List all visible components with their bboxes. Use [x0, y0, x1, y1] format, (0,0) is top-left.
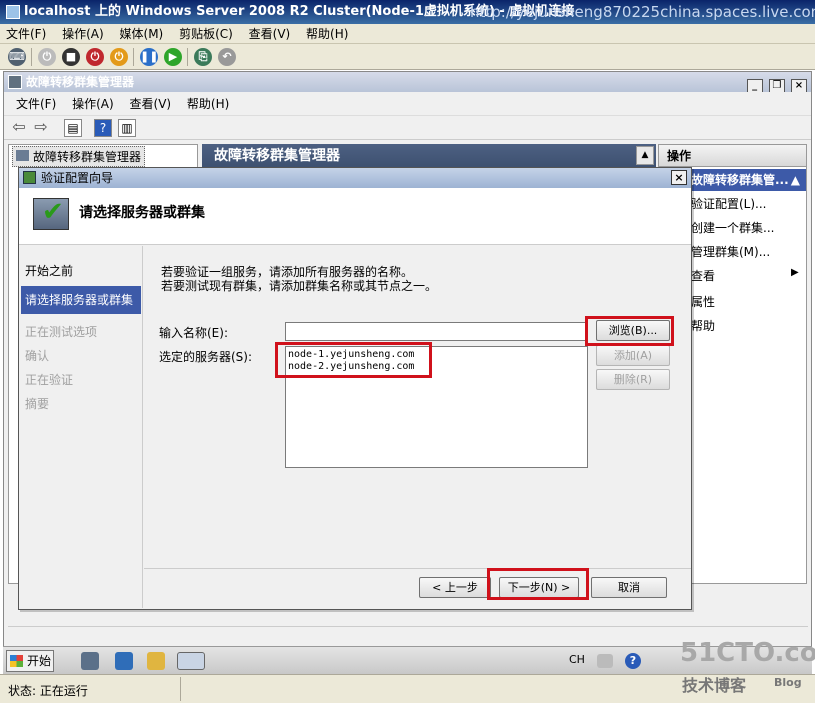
watermark-logo: 51CTO.com [680, 638, 815, 668]
forward-arrow-icon[interactable]: ⇨ [32, 119, 50, 137]
vm-connection-icon [6, 5, 20, 19]
wizard-close-button[interactable]: × [671, 170, 687, 185]
highlight-next-button [487, 568, 589, 600]
keyboard-icon[interactable] [597, 654, 613, 668]
center-header-title: 故障转移群集管理器 [214, 148, 340, 164]
step-before-you-begin[interactable]: 开始之前 [25, 262, 73, 279]
action-properties[interactable]: 属性 [691, 293, 715, 310]
cluster-manager-icon [8, 75, 22, 89]
vm-menu-help[interactable]: 帮助(H) [300, 24, 354, 44]
wizard-title-icon [23, 171, 36, 184]
windows-logo-icon [10, 655, 23, 667]
step-testing-options: 正在测试选项 [25, 325, 98, 339]
submenu-arrow-icon: ▶ [791, 267, 799, 278]
ctrl-alt-del-icon[interactable]: ⌨ [8, 48, 26, 66]
explorer-icon[interactable] [147, 652, 165, 670]
vm-menu-clipboard[interactable]: 剪贴板(C) [173, 24, 239, 44]
vm-menu-view[interactable]: 查看(V) [243, 24, 297, 44]
action-validate-config[interactable]: 验证配置(L)... [691, 195, 767, 212]
vm-menu-bar: 文件(F) 操作(A) 媒体(M) 剪贴板(C) 查看(V) 帮助(H) [0, 24, 815, 44]
minimize-button[interactable]: _ [746, 79, 763, 93]
action-help[interactable]: 帮助 [691, 317, 715, 334]
start-label: 开始 [27, 654, 52, 668]
shutdown-icon[interactable]: ⏻ [86, 48, 104, 66]
wizard-title-bar: 验证配置向导 × [19, 168, 691, 188]
save-state-icon[interactable]: ⏻ [110, 48, 128, 66]
snapshot-icon[interactable]: ⎘ [194, 48, 212, 66]
add-button[interactable]: 添加(A) [596, 345, 670, 366]
wizard-heading: 请选择服务器或群集 [79, 205, 205, 221]
show-hide-tree-icon[interactable]: ▤ [64, 119, 82, 137]
watermark-blog: Blog [774, 676, 802, 689]
back-arrow-icon[interactable]: ⇦ [10, 119, 28, 137]
wizard-steps: 开始之前 请选择服务器或群集 正在测试选项 确认 正在验证 摘要 [19, 246, 143, 608]
action-view[interactable]: 查看 [691, 267, 715, 284]
description-line-2: 若要测试现有群集，请添加群集名称或其节点之一。 [161, 279, 438, 293]
back-button[interactable]: < 上一步 [419, 577, 491, 598]
cluster-manager-icon [16, 150, 29, 161]
step-validating: 正在验证 [25, 373, 74, 387]
watermark: 51CTO.com 技术博客 Blog [670, 638, 815, 698]
validate-config-wizard: 验证配置向导 × ✔ 请选择服务器或群集 开始之前 请选择服务器或群集 正在测试… [18, 167, 692, 610]
remove-button[interactable]: 删除(R) [596, 369, 670, 390]
revert-icon[interactable]: ↶ [218, 48, 236, 66]
help-icon[interactable]: ? [625, 653, 641, 669]
powershell-icon[interactable] [115, 652, 133, 670]
start-vm-icon[interactable]: ⏻ [38, 48, 56, 66]
vm-menu-media[interactable]: 媒体(M) [114, 24, 170, 44]
wizard-body: 若要验证一组服务，请添加所有服务器的名称。 若要测试现有群集，请添加群集名称或其… [144, 246, 691, 568]
server-manager-icon[interactable] [81, 652, 99, 670]
vm-menu-action[interactable]: 操作(A) [56, 24, 110, 44]
vm-toolbar: ⌨ ⏻ ■ ⏻ ⏻ ❚❚ ▶ ⎘ ↶ [0, 44, 815, 70]
scroll-up-button[interactable]: ▲ [636, 146, 654, 165]
guest-desktop: 故障转移群集管理器 _ ❐ × 文件(F) 操作(A) 查看(V) 帮助(H) … [3, 71, 812, 674]
vm-menu-file[interactable]: 文件(F) [0, 24, 52, 44]
step-summary: 摘要 [25, 397, 50, 411]
fcm-menu-action[interactable]: 操作(A) [66, 92, 120, 116]
validate-servers-icon: ✔ [33, 198, 69, 230]
watermark-sub: 技术博客 [682, 676, 747, 695]
highlight-server-list [275, 342, 432, 378]
tree-item-fcm[interactable]: 故障转移群集管理器 [12, 146, 146, 167]
step-select-servers[interactable]: 请选择服务器或群集 [21, 286, 141, 314]
cancel-button[interactable]: 取消 [591, 577, 667, 598]
fcm-menu-file[interactable]: 文件(F) [10, 92, 62, 116]
pause-icon[interactable]: ❚❚ [140, 48, 158, 66]
action-manage-cluster[interactable]: 管理群集(M)... [691, 243, 770, 260]
status-text: 状态: 正在运行 [8, 684, 88, 698]
watermark-url: http://yejunsheng870225china.spaces.live… [470, 3, 815, 21]
step-confirmation: 确认 [25, 349, 50, 363]
name-label: 输入名称(E): [159, 326, 228, 340]
fcm-menu-view[interactable]: 查看(V) [124, 92, 178, 116]
fcm-title-bar: 故障转移群集管理器 _ ❐ × [4, 72, 811, 93]
highlight-browse-button [585, 316, 674, 346]
tree-item-label: 故障转移群集管理器 [33, 150, 142, 164]
help-icon[interactable]: ? [94, 119, 112, 137]
language-indicator[interactable]: CH [569, 653, 585, 666]
action-create-cluster[interactable]: 创建一个群集... [691, 219, 774, 236]
wizard-header: ✔ 请选择服务器或群集 [19, 188, 691, 245]
wizard-title: 验证配置向导 [41, 171, 114, 185]
resume-icon[interactable]: ▶ [164, 48, 182, 66]
vm-window-title-bar: localhost 上的 Windows Server 2008 R2 Clus… [0, 0, 815, 24]
fcm-menu-bar: 文件(F) 操作(A) 查看(V) 帮助(H) [4, 92, 811, 116]
center-pane-header: 故障转移群集管理器 ▲ [202, 144, 656, 168]
close-button[interactable]: × [791, 79, 807, 93]
cluster-manager-task-icon[interactable] [177, 652, 205, 670]
restore-button[interactable]: ❐ [768, 79, 785, 93]
actions-header: 操作 [659, 145, 806, 167]
show-hide-action-icon[interactable]: ▥ [118, 119, 136, 137]
wizard-footer: < 上一步 下一步(N) > 取消 [144, 568, 691, 608]
fcm-toolbar: ⇦ ⇨ ▤ ? ▥ [4, 116, 811, 140]
fcm-menu-help[interactable]: 帮助(H) [181, 92, 235, 116]
actions-subheader-label: 故障转移群集管... [691, 173, 789, 187]
servers-label: 选定的服务器(S): [159, 350, 253, 364]
turn-off-icon[interactable]: ■ [62, 48, 80, 66]
start-button[interactable]: 开始 [6, 650, 54, 672]
name-input[interactable] [285, 322, 586, 341]
fcm-window-title: 故障转移群集管理器 [26, 75, 135, 89]
collapse-up-icon[interactable]: ▲ [791, 169, 800, 191]
